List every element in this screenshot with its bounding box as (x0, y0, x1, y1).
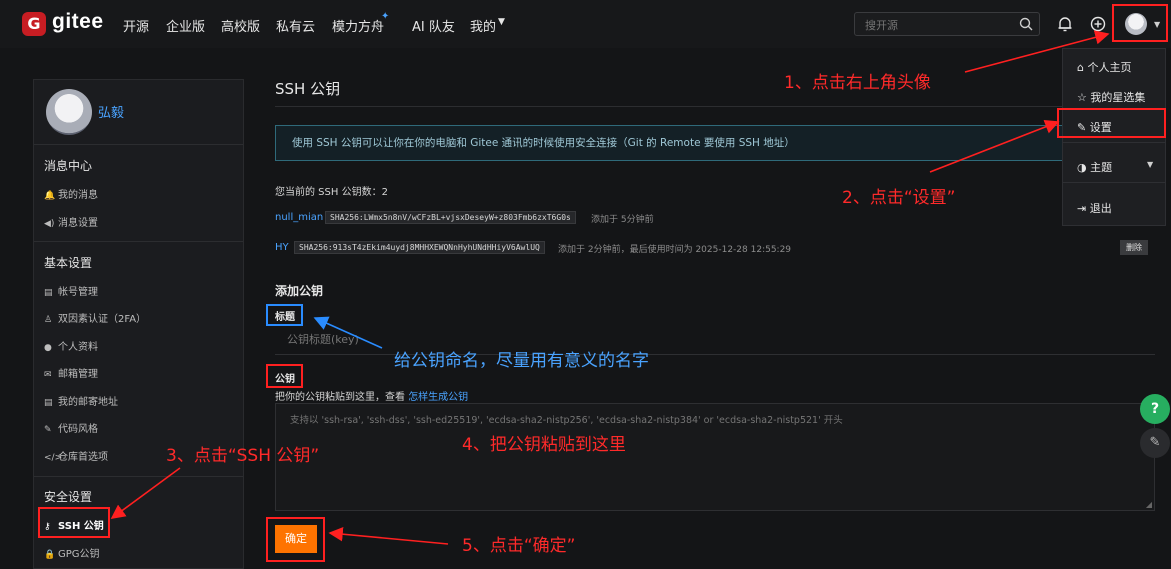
annotation-step-3: 3、点击“SSH 公钥” (166, 446, 320, 466)
annotation-step-5: 5、点击“确定” (462, 536, 576, 556)
annotation-name-hint: 给公钥命名，尽量用有意义的名字 (394, 351, 649, 371)
annotation-step-1: 1、点击右上角头像 (784, 73, 931, 93)
annotation-step-2: 2、点击“设置” (842, 188, 956, 208)
annotation-arrows (110, 30, 1110, 545)
annotation-step-4: 4、把公钥粘贴到这里 (462, 435, 626, 455)
